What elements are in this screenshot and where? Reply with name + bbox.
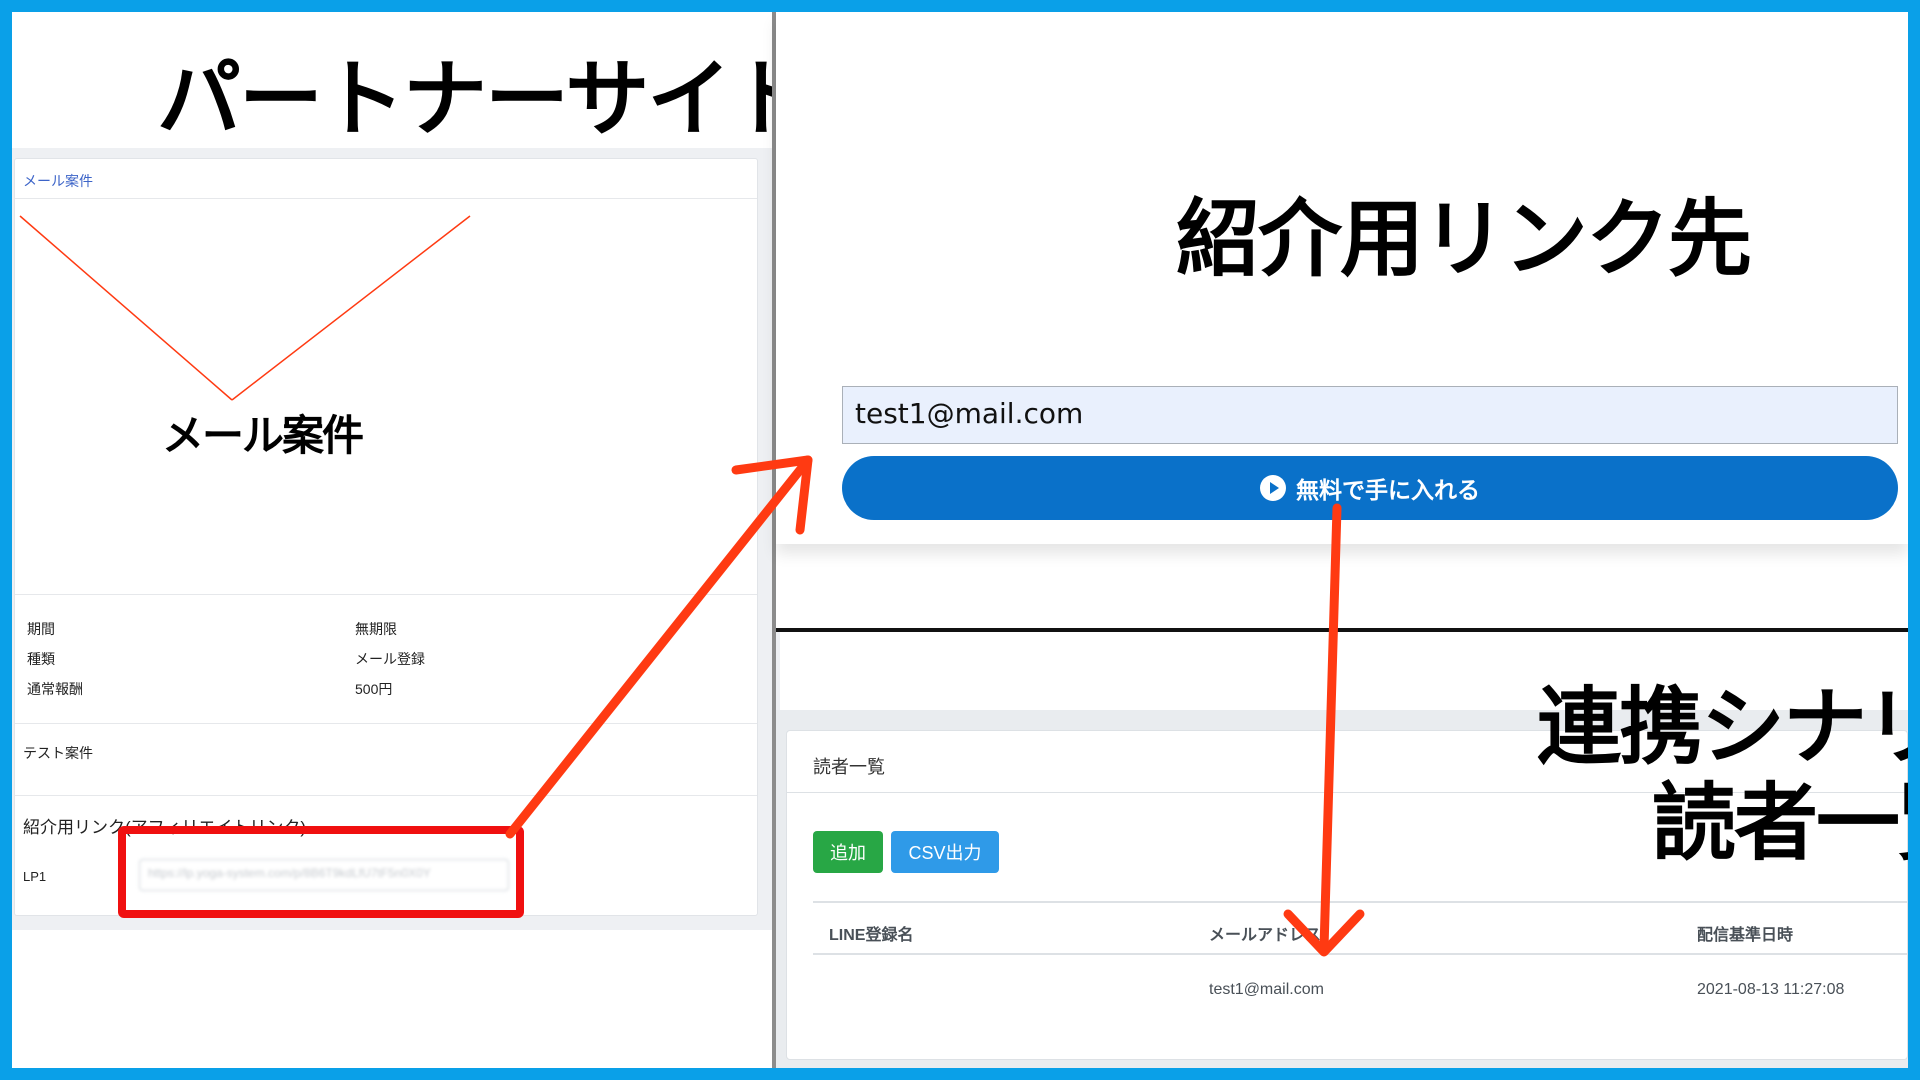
arrow-to-reader-list-icon [1283, 503, 1365, 957]
arrow-to-landing-icon [505, 455, 813, 839]
screenshot-frame: パートナーサイト メール案件 期間 無期限 種類 メール登録 通常報酬 500円… [12, 12, 1908, 1068]
campaign-image-line-right [231, 215, 471, 401]
annotation-overlay [19, 215, 1365, 957]
campaign-image-line-left [19, 215, 233, 401]
